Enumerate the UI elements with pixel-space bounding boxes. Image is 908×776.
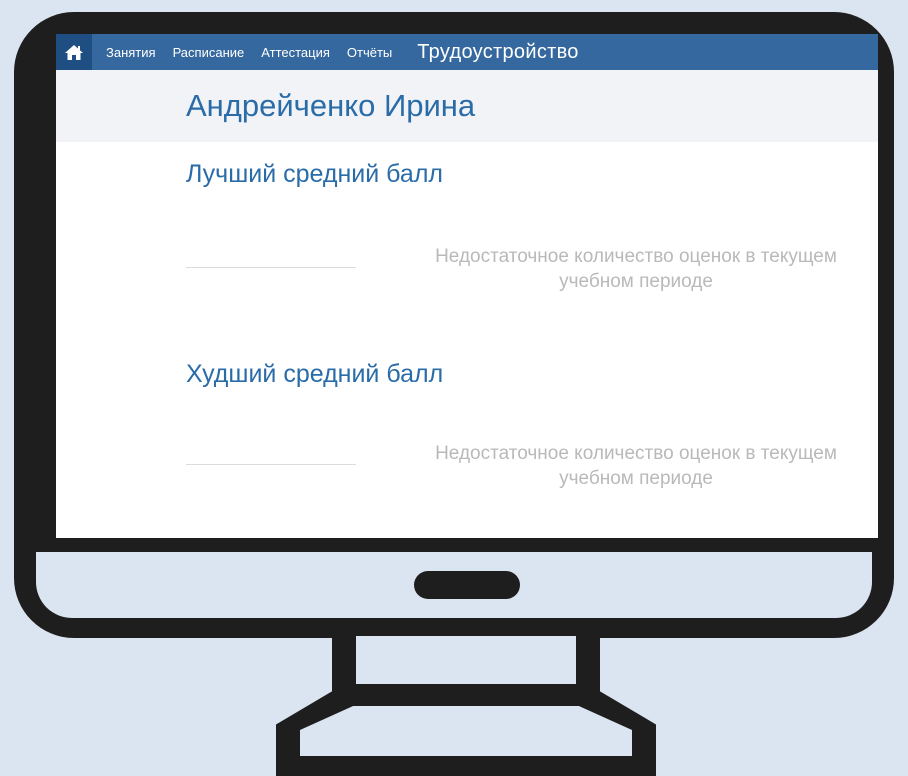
nav-item-schedule[interactable]: Расписание	[173, 45, 245, 60]
top-navbar: Занятия Расписание Аттестация Отчёты Тру…	[56, 34, 878, 70]
monitor-power-bar	[414, 571, 520, 599]
title-band: Андрейченко Ирина	[56, 70, 878, 142]
nav-item-employment[interactable]: Трудоустройство	[417, 41, 578, 64]
nav-item-attestation[interactable]: Аттестация	[261, 45, 330, 60]
best-average-title: Лучший средний балл	[186, 160, 443, 188]
nav-item-classes[interactable]: Занятия	[106, 45, 156, 60]
worst-average-value-line	[186, 464, 356, 465]
best-average-value-line	[186, 267, 356, 268]
best-average-note: Недостаточное количество оценок в текуще…	[435, 246, 837, 292]
monitor-screen: Занятия Расписание Аттестация Отчёты Тру…	[56, 34, 878, 538]
worst-average-title: Худший средний балл	[186, 360, 444, 388]
home-button[interactable]	[56, 34, 92, 70]
worst-average-note: Недостаточное количество оценок в текуще…	[435, 443, 837, 489]
student-name: Андрейченко Ирина	[186, 88, 476, 123]
monitor-stand-neck-inner	[356, 636, 576, 686]
nav-item-reports[interactable]: Отчёты	[347, 45, 392, 60]
home-icon	[65, 44, 83, 60]
monitor-stand-base-inner	[300, 706, 632, 756]
